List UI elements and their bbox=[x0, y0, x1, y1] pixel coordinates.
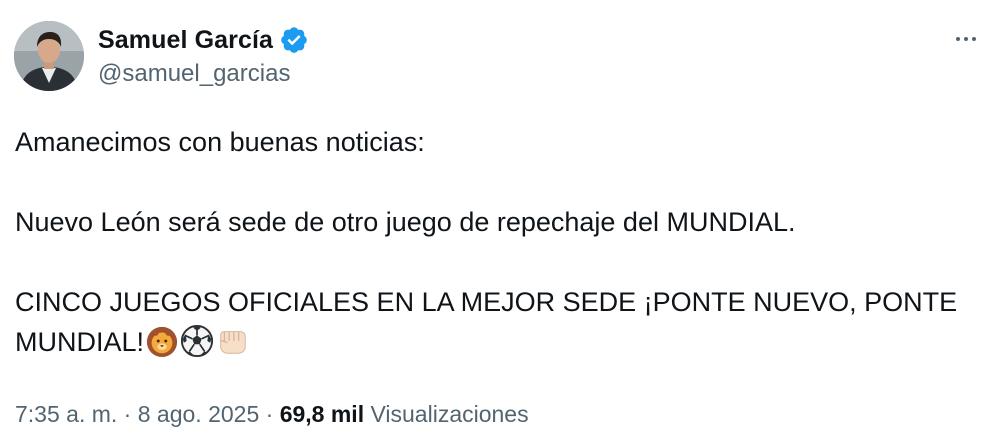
tweet-line-1: Amanecimos con buenas noticias: bbox=[15, 127, 425, 157]
meta-separator: · bbox=[123, 401, 132, 427]
more-options-button[interactable] bbox=[949, 22, 983, 56]
tweet-line-3: CINCO JUEGOS OFICIALES EN LA MEJOR SEDE … bbox=[15, 282, 990, 362]
avatar-image bbox=[14, 21, 84, 91]
more-dot-icon bbox=[972, 37, 976, 41]
views-label: Visualizaciones bbox=[370, 401, 529, 427]
tweet-time: 7:35 a. m. bbox=[15, 401, 118, 427]
more-dot-icon bbox=[956, 37, 960, 41]
oncoming-fist-emoji-icon bbox=[215, 324, 249, 358]
lion-face-emoji-icon bbox=[145, 324, 179, 358]
tweet-card: Samuel García @samuel_garcias Amanecimos… bbox=[0, 0, 1001, 436]
tweet-text: Amanecimos con buenas noticias: Nuevo Le… bbox=[15, 122, 990, 362]
tweet-line-2: Nuevo León será sede de otro juego de re… bbox=[15, 207, 796, 237]
views-count: 69,8 mil bbox=[279, 401, 365, 427]
more-dot-icon bbox=[964, 37, 968, 41]
tweet-time-link[interactable]: 7:35 a. m. · 8 ago. 2025 bbox=[15, 401, 259, 427]
verified-badge-icon[interactable] bbox=[279, 25, 309, 55]
name-row: Samuel García bbox=[98, 24, 309, 56]
meta-separator: · bbox=[265, 401, 274, 427]
tweet-meta: 7:35 a. m. · 8 ago. 2025 · 69,8 mil Visu… bbox=[15, 401, 529, 428]
author-block: Samuel García @samuel_garcias bbox=[98, 24, 309, 88]
views-link[interactable]: 69,8 mil Visualizaciones bbox=[280, 401, 529, 427]
avatar[interactable] bbox=[14, 21, 84, 91]
soccer-ball-emoji-icon bbox=[180, 324, 214, 358]
tweet-date: 8 ago. 2025 bbox=[137, 401, 260, 427]
handle[interactable]: @samuel_garcias bbox=[98, 60, 309, 88]
display-name[interactable]: Samuel García bbox=[98, 26, 273, 55]
